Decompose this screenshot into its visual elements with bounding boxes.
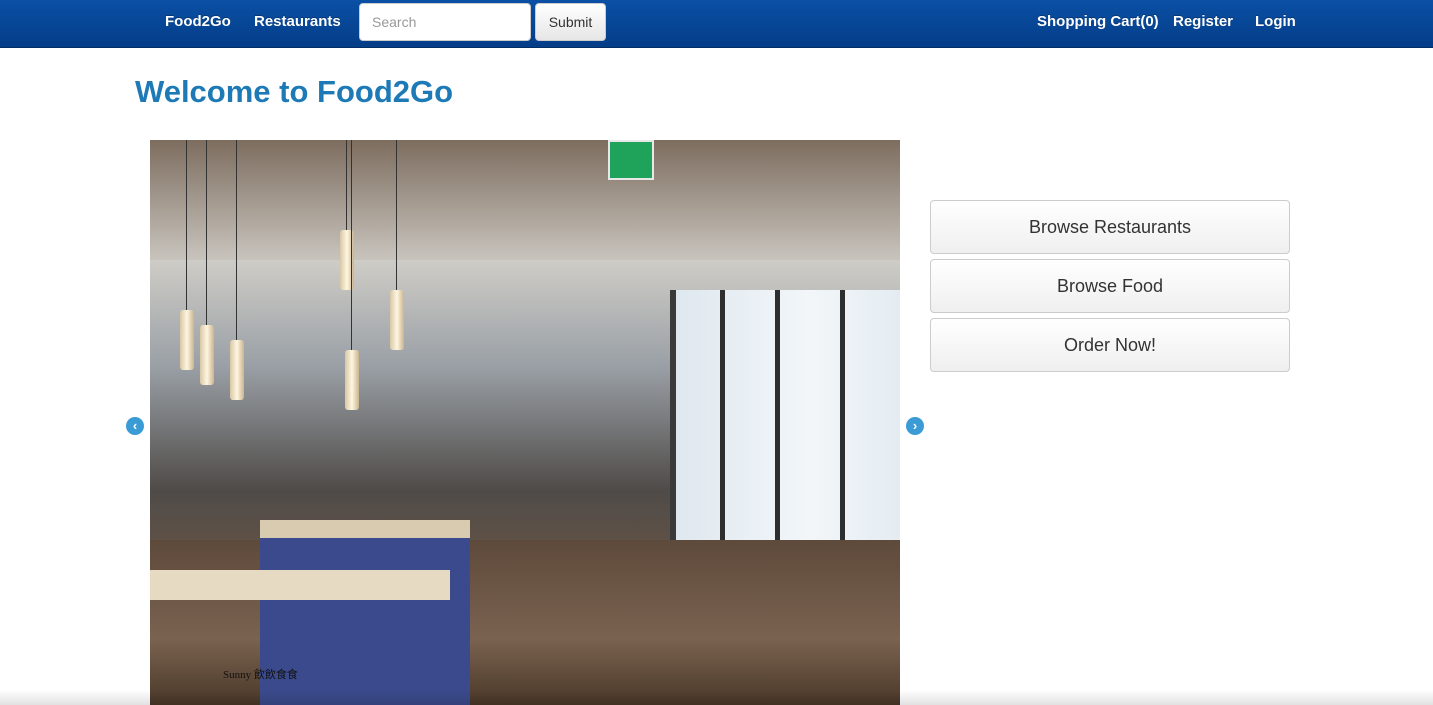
photo-pendant-light [345,350,359,410]
photo-ceiling [150,140,900,260]
photo-pendant-light [390,290,404,350]
carousel-prev-button[interactable]: ‹ [126,417,144,435]
photo-caption: Sunny 飲飲食食 [223,669,298,681]
search-input[interactable] [359,3,531,41]
photo-pendant-light [230,340,244,400]
restaurant-carousel: Sunny 飲飲食食 [150,140,900,705]
chevron-right-icon: › [912,418,918,433]
brand-link[interactable]: Food2Go [165,0,231,44]
carousel-next-button[interactable]: › [906,417,924,435]
photo-pendant-light [200,325,214,385]
order-now-button[interactable]: Order Now! [930,318,1290,372]
photo-pendant-cord [236,140,237,340]
chevron-left-icon: ‹ [132,418,138,433]
register-link[interactable]: Register [1173,0,1233,44]
photo-pendant-cord [346,140,347,230]
login-link[interactable]: Login [1255,0,1296,44]
search-submit-button[interactable]: Submit [535,3,606,41]
bottom-shadow [0,690,1433,705]
page-title: Welcome to Food2Go [135,74,454,109]
nav-restaurants-link[interactable]: Restaurants [254,0,341,44]
photo-pendant-cord [351,140,352,350]
photo-exit-sign [608,140,654,180]
photo-pendant-cord [206,140,207,325]
browse-food-button[interactable]: Browse Food [930,259,1290,313]
photo-pendant-cord [186,140,187,310]
browse-restaurants-button[interactable]: Browse Restaurants [930,200,1290,254]
photo-table [150,570,450,600]
shopping-cart-link[interactable]: Shopping Cart(0) [1037,0,1159,44]
photo-pendant-cord [396,140,397,290]
top-navbar: Food2Go Restaurants Submit Shopping Cart… [0,0,1433,48]
restaurant-interior-photo: Sunny 飲飲食食 [150,140,900,705]
photo-pendant-light [180,310,194,370]
